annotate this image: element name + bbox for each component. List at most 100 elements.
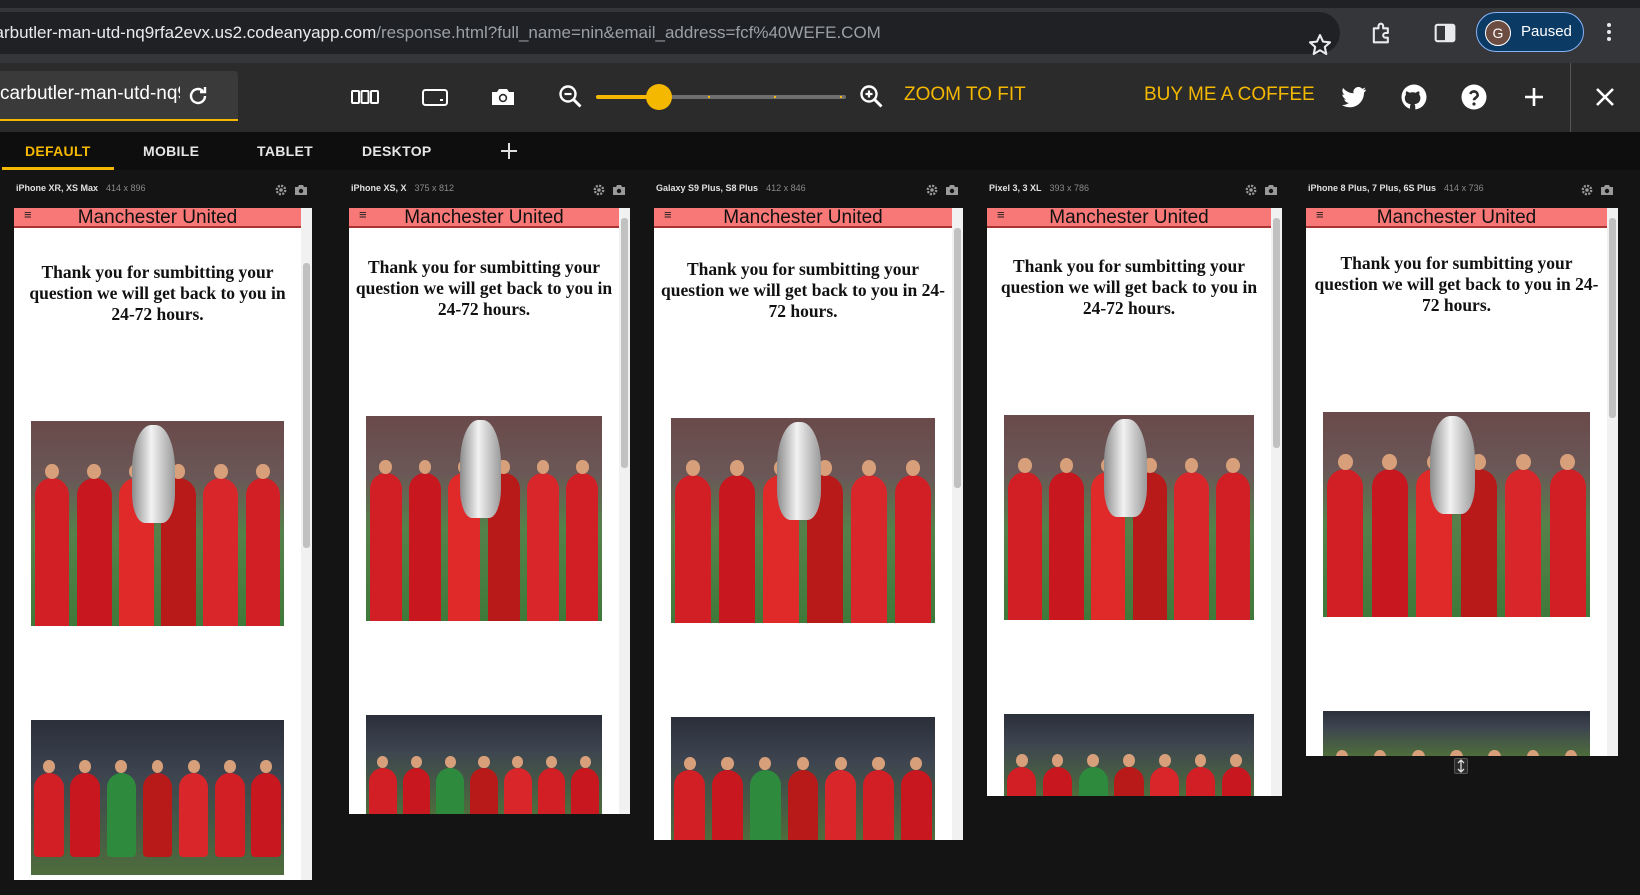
hamburger-menu-icon[interactable]: ≡ xyxy=(24,208,32,221)
player-figure xyxy=(251,760,281,857)
site-brand[interactable]: Manchester United xyxy=(654,208,952,228)
zoom-to-fit-button[interactable]: ZOOM TO FIT xyxy=(904,84,1026,106)
scrollbar-thumb[interactable] xyxy=(1273,218,1280,448)
scrollbar-thumb[interactable] xyxy=(954,228,961,488)
device-screen[interactable]: Manchester United ≡ Thank you for sumbitti… xyxy=(349,208,619,814)
player-figure xyxy=(178,760,209,857)
player-head xyxy=(1450,750,1463,756)
scrollbar-thumb[interactable] xyxy=(621,218,628,468)
gear-icon[interactable] xyxy=(925,183,939,197)
device-scrollbar[interactable] xyxy=(1607,208,1618,756)
device-dimensions: 414 x 736 xyxy=(1444,183,1484,193)
device-screen[interactable]: Manchester United ≡ Thank you for sumbitti… xyxy=(987,208,1271,796)
buy-me-a-coffee-link[interactable]: BUY ME A COFFEE xyxy=(1144,84,1315,106)
zoom-tick xyxy=(708,96,710,98)
trophy-cup xyxy=(132,425,176,524)
trophy-celebration-photo xyxy=(1323,412,1590,617)
site-brand[interactable]: Manchester United xyxy=(349,208,619,228)
player-figure xyxy=(214,760,245,857)
address-bar[interactable]: carbutler-man-utd-nq9rfa2evx.us2.codeany… xyxy=(0,12,1340,56)
device-screen[interactable]: Manchester United ≡ Thank you for sumbitti… xyxy=(654,208,952,840)
plus-icon[interactable] xyxy=(1519,82,1549,112)
tab-tablet[interactable]: TABLET xyxy=(257,143,313,159)
hamburger-menu-icon[interactable]: ≡ xyxy=(664,208,672,221)
player-figure xyxy=(1185,754,1216,796)
tab-strip xyxy=(0,0,1640,8)
zoom-slider-thumb[interactable] xyxy=(645,84,672,110)
camera-icon[interactable] xyxy=(294,183,308,197)
github-icon[interactable] xyxy=(1399,82,1429,112)
device-scrollbar[interactable] xyxy=(952,208,963,840)
player-figure xyxy=(1042,754,1073,796)
camera-icon[interactable] xyxy=(1600,183,1614,197)
address-url[interactable]: carbutler-man-utd-nq9rfa2evx.us2.codeany… xyxy=(0,23,881,43)
site-brand[interactable]: Manchester United xyxy=(1306,208,1607,228)
player-head xyxy=(1488,750,1501,756)
help-icon[interactable] xyxy=(1459,82,1489,112)
player-figure xyxy=(674,756,706,840)
hamburger-menu-icon[interactable]: ≡ xyxy=(1316,208,1324,221)
device-screen[interactable]: Manchester United ≡ Thank you for sumbitti… xyxy=(1306,208,1607,756)
device-scrollbar[interactable] xyxy=(1271,208,1282,796)
team-lineup-photo xyxy=(1004,714,1254,796)
player-figure xyxy=(76,463,112,626)
camera-icon[interactable] xyxy=(612,183,626,197)
site-brand[interactable]: Manchester United xyxy=(14,208,301,228)
camera-icon[interactable] xyxy=(945,183,959,197)
device-label: iPhone 8 Plus, 7 Plus, 6S Plus 414 x 736 xyxy=(1308,183,1484,193)
player-figure xyxy=(369,459,402,621)
camera-icon[interactable] xyxy=(1264,183,1278,197)
player-figure xyxy=(825,756,857,840)
device-name: Pixel 3, 3 XL xyxy=(989,183,1042,193)
side-panel-icon[interactable] xyxy=(1431,19,1459,47)
site-brand[interactable]: Manchester United xyxy=(987,208,1271,228)
player-head xyxy=(213,463,228,480)
confirmation-message: Thank you for sumbitting your question w… xyxy=(29,262,286,324)
kebab-menu-icon[interactable] xyxy=(1601,18,1617,46)
zoom-out-icon[interactable] xyxy=(556,82,586,112)
player-figure xyxy=(900,756,932,840)
tab-mobile[interactable]: MOBILE xyxy=(143,143,199,159)
player-figure xyxy=(850,460,888,623)
columns-layout-icon[interactable] xyxy=(350,82,380,112)
gear-icon[interactable] xyxy=(1244,183,1258,197)
zoom-tick xyxy=(774,96,776,98)
device-screen[interactable]: Manchester United ≡ Thank you for sumbitti… xyxy=(14,208,301,880)
tab-desktop[interactable]: DESKTOP xyxy=(362,143,432,159)
screenshot-camera-icon[interactable] xyxy=(488,82,518,112)
gear-icon[interactable] xyxy=(592,183,606,197)
resize-handle[interactable] xyxy=(1454,758,1468,774)
reload-icon[interactable] xyxy=(186,84,210,108)
device-scrollbar[interactable] xyxy=(301,208,312,880)
hamburger-menu-icon[interactable]: ≡ xyxy=(997,208,1005,221)
player-head xyxy=(1230,754,1242,768)
player-head xyxy=(1564,750,1578,756)
player-head xyxy=(45,463,59,480)
device-scrollbar[interactable] xyxy=(619,208,630,814)
profile-button[interactable]: G Paused xyxy=(1476,12,1584,52)
device-name: Galaxy S9 Plus, S8 Plus xyxy=(656,183,759,193)
site-navbar: Manchester United ≡ xyxy=(987,208,1271,228)
rotate-tablet-icon[interactable] xyxy=(420,82,450,112)
url-tab[interactable]: carbutler-man-utd-nq9rfa2evx.us2.codeany… xyxy=(0,71,238,121)
hamburger-menu-icon[interactable]: ≡ xyxy=(359,208,367,221)
puzzle-icon[interactable] xyxy=(1368,19,1396,47)
gear-icon[interactable] xyxy=(1580,183,1594,197)
zoom-in-icon[interactable] xyxy=(857,82,887,112)
device-label: iPhone XR, XS Max 414 x 896 xyxy=(16,183,146,193)
zoom-slider[interactable] xyxy=(596,84,846,110)
close-icon[interactable] xyxy=(1590,82,1620,112)
scrollbar-thumb[interactable] xyxy=(1609,218,1616,418)
scrollbar-thumb[interactable] xyxy=(303,263,310,548)
player-head xyxy=(478,755,490,769)
player-head xyxy=(1373,750,1387,756)
tab-default[interactable]: DEFAULT xyxy=(25,143,91,159)
player-head xyxy=(260,760,272,774)
player-figure xyxy=(712,756,744,840)
player-figure xyxy=(245,463,281,626)
add-tab-icon[interactable] xyxy=(497,139,521,163)
gear-icon[interactable] xyxy=(274,183,288,197)
twitter-icon[interactable] xyxy=(1339,82,1369,112)
device-frame: iPhone 8 Plus, 7 Plus, 6S Plus 414 x 736 M… xyxy=(1306,183,1618,756)
bookmark-star-icon[interactable] xyxy=(1306,31,1334,59)
